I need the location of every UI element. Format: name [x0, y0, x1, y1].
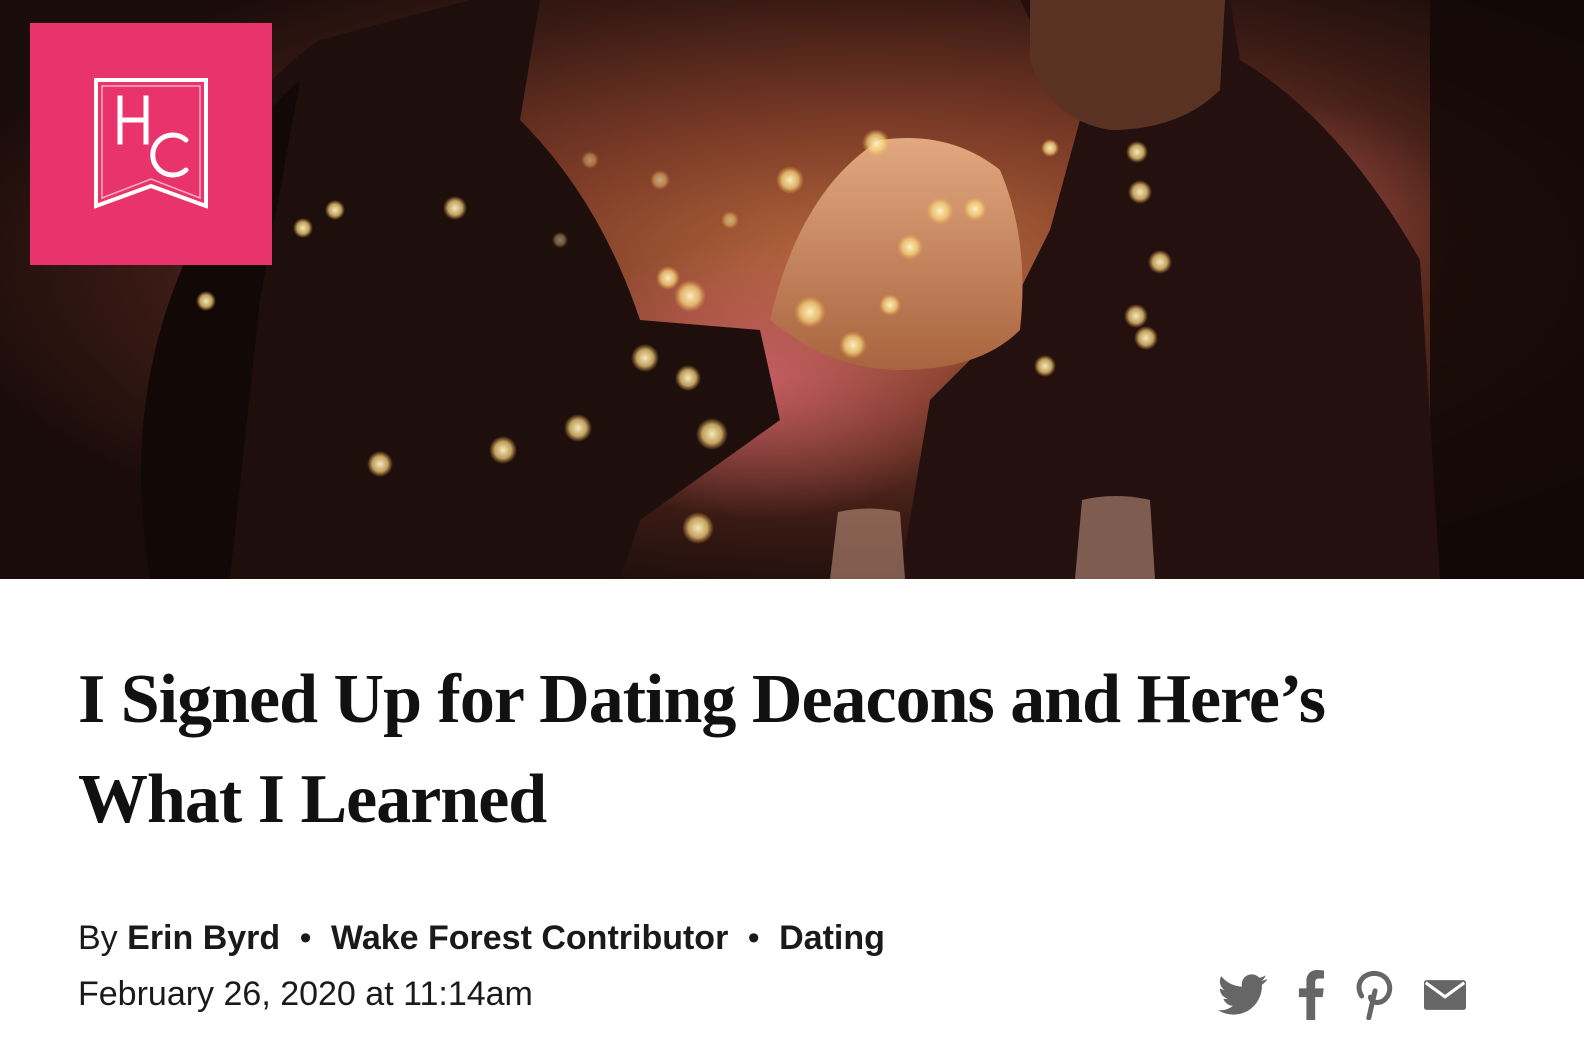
hc-logo-icon	[94, 78, 208, 209]
byline-separator: •	[747, 919, 760, 957]
site-logo[interactable]	[30, 23, 272, 265]
author-link[interactable]: Erin Byrd	[127, 919, 280, 957]
pinterest-icon[interactable]	[1354, 970, 1394, 1020]
publish-date: February 26, 2020 at 11:14am	[78, 975, 533, 1013]
byline: By Erin Byrd • Wake Forest Contributor •…	[78, 916, 885, 960]
byline-separator: •	[299, 919, 312, 957]
share-bar	[1218, 968, 1466, 1022]
facebook-icon[interactable]	[1298, 970, 1324, 1020]
category-link[interactable]: Dating	[779, 919, 885, 957]
byline-prefix: By	[78, 919, 118, 957]
email-icon[interactable]	[1424, 980, 1466, 1010]
twitter-icon[interactable]	[1218, 974, 1268, 1016]
contributor-role-link[interactable]: Wake Forest Contributor	[331, 919, 728, 957]
article-title: I Signed Up for Dating Deacons and Here’…	[78, 661, 1326, 838]
